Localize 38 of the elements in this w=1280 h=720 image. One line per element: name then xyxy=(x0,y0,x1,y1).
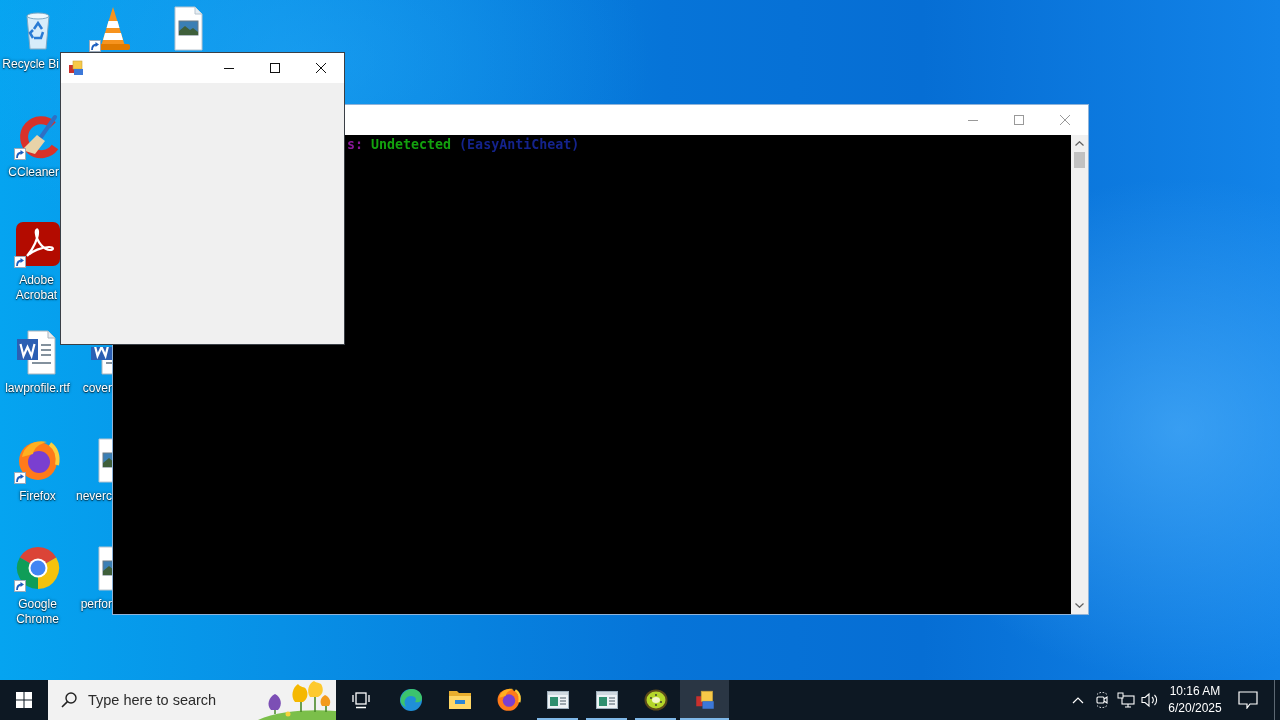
volume-icon[interactable] xyxy=(1141,692,1159,708)
chevron-up-icon[interactable] xyxy=(1072,696,1084,704)
desktop-icon-label[interactable]: perfor xyxy=(75,597,112,612)
folder-icon xyxy=(447,690,472,710)
tiles-app-icon xyxy=(68,60,84,76)
kiwi-icon xyxy=(643,689,668,711)
network-icon[interactable] xyxy=(1117,692,1135,708)
minimize-icon xyxy=(968,119,978,121)
desktop-icon-label[interactable]: CCleaner xyxy=(0,165,59,180)
console-line: s: Undetected (EasyAntiCheat) xyxy=(347,137,581,153)
wave-logo-icon xyxy=(398,688,423,712)
desktop-icon-label[interactable]: Recycle Bi xyxy=(0,57,59,72)
window-app-icon xyxy=(595,691,618,709)
notification-icon[interactable] xyxy=(1238,691,1258,709)
swirl-logo-icon[interactable] xyxy=(13,220,62,268)
close-icon xyxy=(316,63,326,73)
camera-icon[interactable] xyxy=(1094,692,1110,708)
maximize-icon xyxy=(1014,115,1024,125)
desktop-icon-label[interactable]: Adobe Acrobat xyxy=(0,273,59,303)
windows-logo-icon xyxy=(16,692,32,708)
taskbar-button[interactable] xyxy=(680,680,729,720)
desktop-icon-label[interactable]: cover xyxy=(75,381,112,396)
search-bar[interactable]: Type here to search xyxy=(48,680,336,720)
window-app-icon xyxy=(546,691,569,709)
search-icon xyxy=(61,692,77,708)
desktop-icon-label[interactable]: Firefox xyxy=(0,489,75,504)
minimize-icon xyxy=(224,67,234,69)
fox-globe-icon xyxy=(496,688,521,712)
task-view-icon xyxy=(352,691,370,709)
desktop-icon-label[interactable]: lawprofile.rtf xyxy=(0,381,75,396)
search-input[interactable]: Type here to search xyxy=(88,692,258,708)
clock-button[interactable]: 10:16 AM 6/20/2025 xyxy=(1162,680,1228,720)
close-icon xyxy=(1060,115,1070,125)
maximize-icon xyxy=(270,63,280,73)
tiles-app-icon xyxy=(694,690,715,710)
desktop-icon-label[interactable]: Google Chrome xyxy=(0,597,75,627)
desktop-icon-label[interactable]: neverc xyxy=(75,489,112,504)
flowers-icon xyxy=(258,680,336,720)
